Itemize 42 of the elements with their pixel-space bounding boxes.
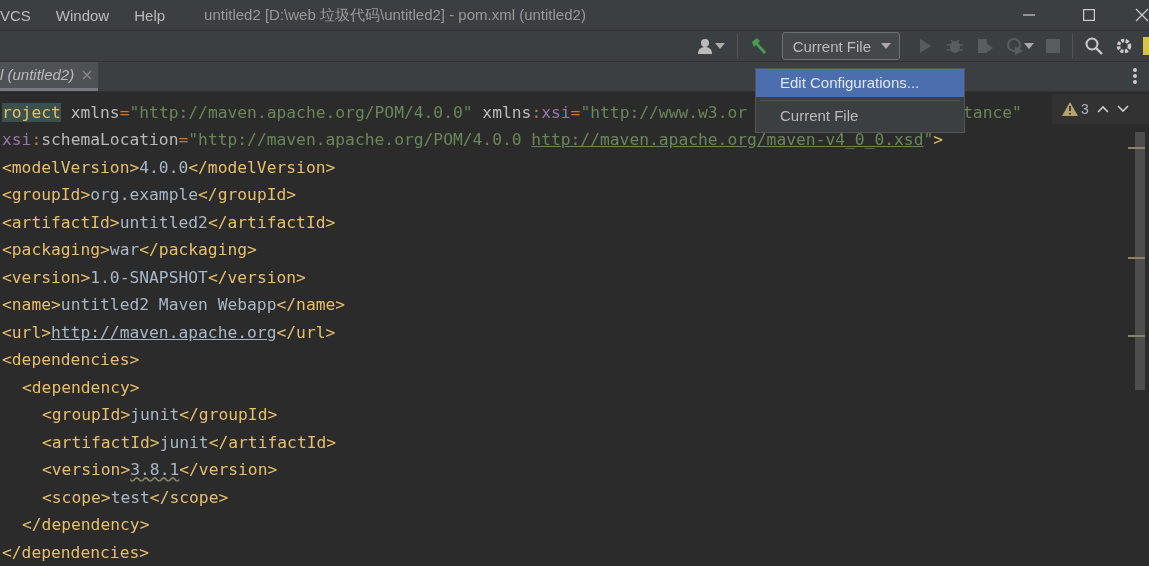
hammer-icon[interactable] [749,37,768,56]
search-icon[interactable] [1085,37,1103,56]
code-line: <url>http://maven.apache.org</url> [2,322,336,342]
code-line: <artifactId>junit</artifactId> [42,432,337,452]
code-line: <version>1.0-SNAPSHOT</version> [2,267,306,287]
menu-item[interactable]: Edit Configurations... [756,69,964,97]
menu-item[interactable]: Current File [756,102,964,130]
code-line: <name>untitled2 Maven Webapp</name> [2,295,346,314]
caret-icon[interactable] [714,43,725,50]
menu-item[interactable]: Help [134,6,166,24]
code-line: xsi:schemaLocation="http://maven.apache.org/POM/4.0.0 http://maven.apache.org/maven-v4_0_0.xsd"> [2,130,944,149]
window-title: untitled2 [D:\web 垃圾代码\untitled2] - pom.xml (untitled2) [204,5,587,25]
code-line: <groupId>org.example</groupId> [2,185,297,204]
warning-count[interactable]: 3 [1062,100,1089,117]
code-line: <version>3.8.1</version> [42,460,278,479]
scrollbar[interactable] [1135,131,1145,390]
code-line: <scope>test</scope> [42,487,229,507]
more-icon[interactable] [1133,68,1137,85]
caret-icon[interactable] [1024,43,1034,50]
run-config-dropdown[interactable]: Current File [781,32,900,61]
code-line: <groupId>junit</groupId> [42,405,278,424]
chevron-down-icon[interactable] [1116,104,1129,113]
code-line: </dependencies> [2,542,150,562]
menu-item[interactable]: VCS [0,6,31,24]
close-icon[interactable] [1135,8,1149,23]
code-line: </dependency> [22,515,150,534]
chevron-up-icon[interactable] [1096,104,1109,113]
code-line: <modelVersion>4.0.0</modelVersion> [2,157,336,177]
menu-item[interactable]: Window [55,6,110,24]
warning-marker[interactable] [1128,256,1145,259]
editor-tab[interactable]: l (untitled2) [0,61,99,91]
code-line: <dependency> [22,377,140,397]
caret-icon[interactable] [881,43,891,50]
warning-marker[interactable] [1128,334,1145,337]
settings-icon[interactable] [1115,37,1133,56]
code-line: <artifactId>untitled2</artifactId> [2,212,336,232]
code-line: <dependencies> [2,350,140,369]
code-line: <packaging>war</packaging> [2,240,257,259]
maximize-icon[interactable] [1083,9,1095,22]
warning-icon [1062,101,1078,116]
user-icon[interactable] [696,37,715,56]
warning-marker[interactable] [1128,146,1145,149]
